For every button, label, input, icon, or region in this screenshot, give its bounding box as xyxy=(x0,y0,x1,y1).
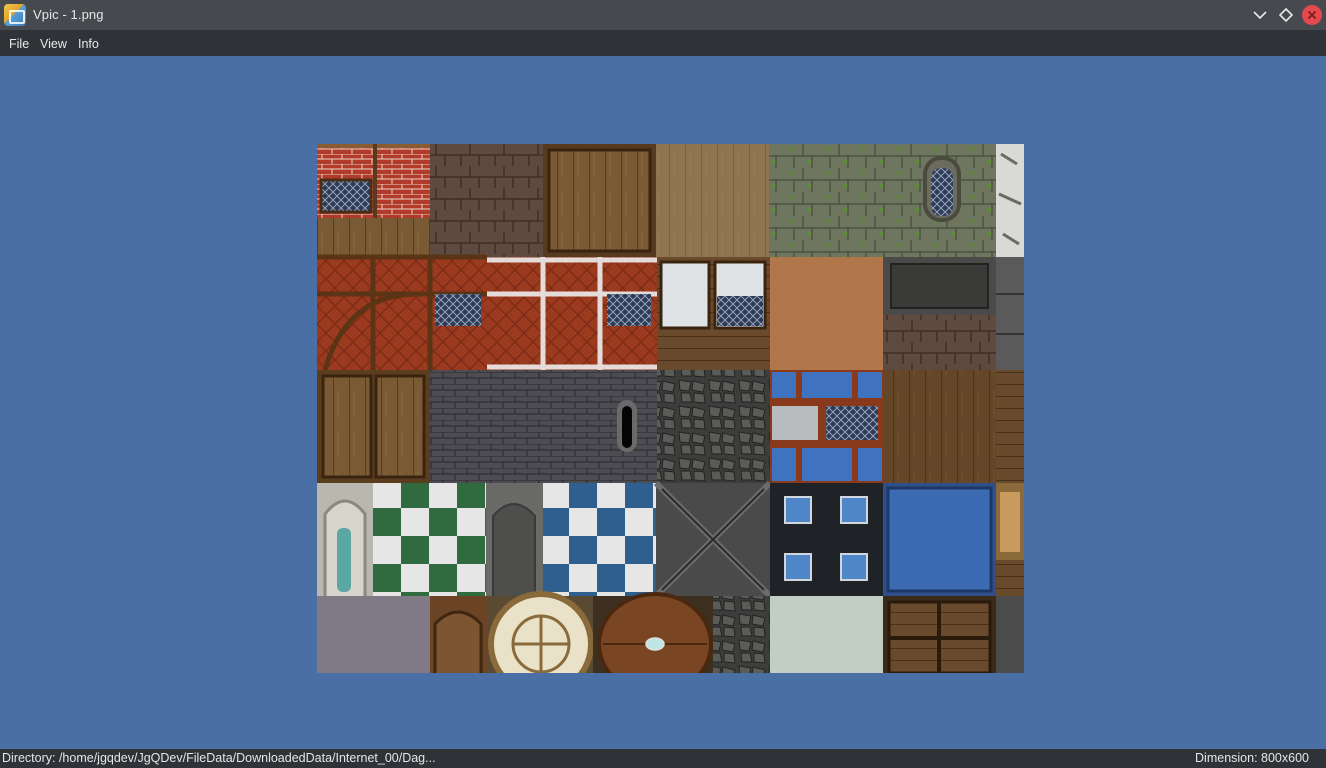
status-directory: Directory: /home/jgqdev/JgQDev/FileData/… xyxy=(2,751,436,765)
menu-info[interactable]: Info xyxy=(78,37,99,51)
texture-row-4 xyxy=(317,480,1024,599)
window-title: Vpic - 1.png xyxy=(33,7,104,22)
close-icon xyxy=(1307,10,1317,20)
texture-atlas-image xyxy=(317,144,1024,673)
menu-file[interactable]: File xyxy=(9,37,29,51)
texture-row-2 xyxy=(317,254,1024,371)
maximize-button[interactable] xyxy=(1276,5,1296,25)
chevron-down-icon xyxy=(1253,11,1267,20)
app-icon xyxy=(4,4,26,26)
status-dimension: Dimension: 800x600 xyxy=(1195,751,1309,765)
title-bar: Vpic - 1.png xyxy=(0,0,1326,30)
texture-row-5 xyxy=(317,591,1024,673)
diamond-maximize-icon xyxy=(1278,7,1294,23)
texture-row-1 xyxy=(317,144,1024,257)
status-bar: Directory: /home/jgqdev/JgQDev/FileData/… xyxy=(0,749,1326,768)
menu-view[interactable]: View xyxy=(40,37,67,51)
close-button[interactable] xyxy=(1302,5,1322,25)
image-canvas[interactable] xyxy=(0,56,1326,749)
texture-row-3 xyxy=(317,370,1024,483)
minimize-button[interactable] xyxy=(1250,5,1270,25)
menu-bar: File View Info xyxy=(0,30,1326,56)
displayed-image[interactable] xyxy=(317,144,1024,673)
